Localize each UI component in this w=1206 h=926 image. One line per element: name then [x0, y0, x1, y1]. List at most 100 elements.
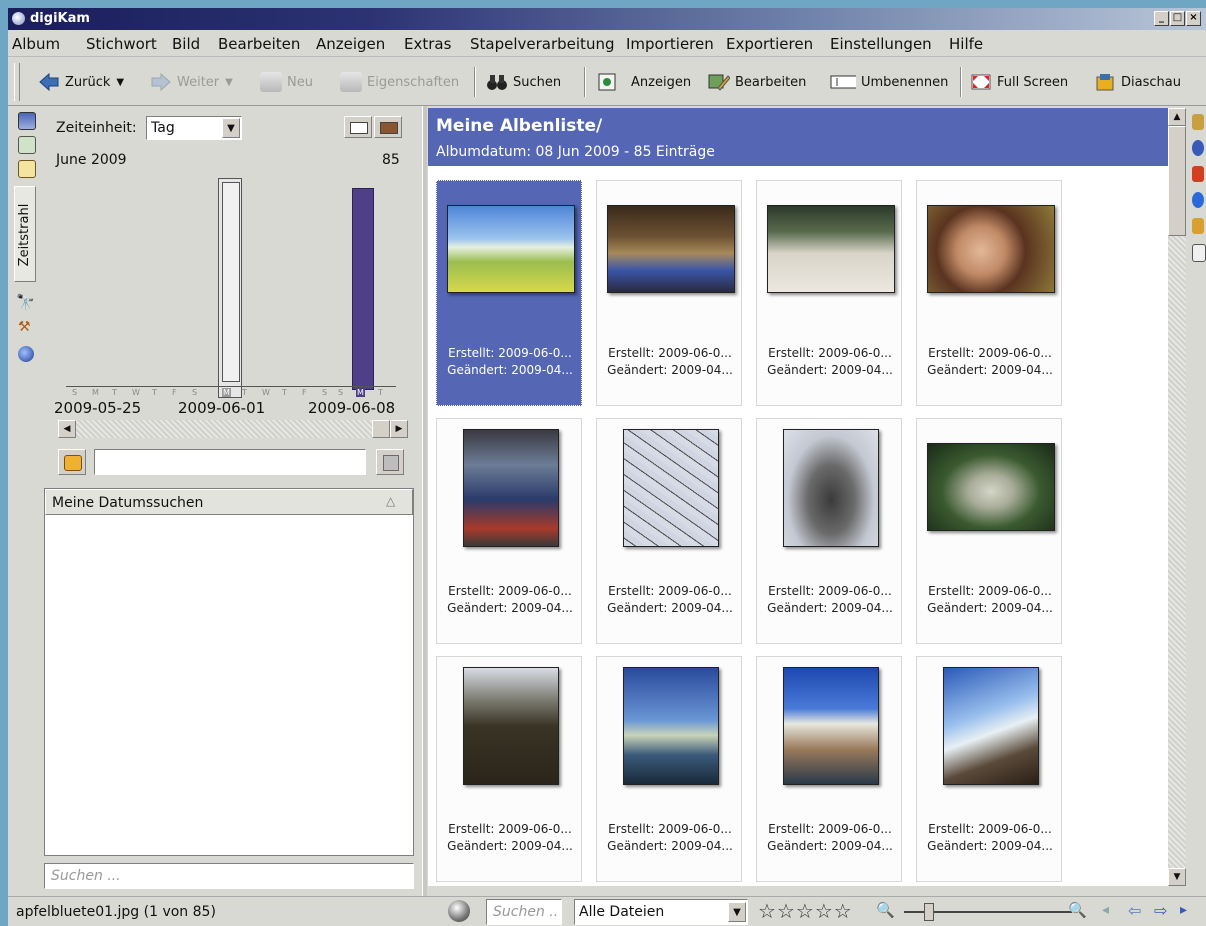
- tags-icon[interactable]: [18, 160, 36, 178]
- menu-einstellungen[interactable]: Einstellungen: [830, 35, 932, 53]
- thumbnail-grid: Erstellt: 2009-06-0... Geändert: 2009-04…: [428, 166, 1168, 886]
- metadata-tab-icon[interactable]: [1192, 140, 1204, 156]
- slideshow-button[interactable]: Diaschau: [1094, 69, 1181, 95]
- filter-status-icon[interactable]: [448, 900, 470, 922]
- maximize-button[interactable]: □: [1170, 11, 1185, 26]
- back-button[interactable]: Zurück ▼: [38, 69, 124, 95]
- day-tick: S: [338, 388, 344, 397]
- splitter[interactable]: [422, 106, 427, 896]
- modified-date-label: Geändert: 2009-04...: [767, 363, 893, 377]
- zoom-in-icon[interactable]: 🔍: [1068, 901, 1087, 919]
- menu-importieren[interactable]: Importieren: [626, 35, 714, 53]
- save-search-button[interactable]: [376, 449, 404, 475]
- forward-button[interactable]: Weiter ▼: [150, 69, 233, 95]
- thumbnail-item[interactable]: Erstellt: 2009-06-0... Geändert: 2009-04…: [756, 418, 902, 644]
- linear-scale-icon: [350, 122, 368, 134]
- scroll-right-icon[interactable]: ▶: [390, 420, 408, 438]
- menu-hilfe[interactable]: Hilfe: [949, 35, 983, 53]
- file-type-filter-select[interactable]: Alle Dateien ▼: [574, 899, 748, 925]
- thumbnail-item[interactable]: Erstellt: 2009-06-0... Geändert: 2009-04…: [596, 656, 742, 882]
- rename-label: Umbenennen: [861, 74, 949, 90]
- thumbnail-item[interactable]: Erstellt: 2009-06-0... Geändert: 2009-04…: [596, 180, 742, 406]
- calendar-icon[interactable]: [18, 136, 36, 154]
- thumbnail-item[interactable]: Erstellt: 2009-06-0... Geändert: 2009-04…: [436, 418, 582, 644]
- versions-tab-icon[interactable]: [1192, 244, 1206, 262]
- thumbnail-item[interactable]: Erstellt: 2009-06-0... Geändert: 2009-04…: [436, 180, 582, 406]
- menu-album[interactable]: Album: [12, 35, 60, 53]
- fullscreen-button[interactable]: Full Screen: [970, 69, 1068, 95]
- thumbnail-image: [607, 205, 735, 293]
- close-button[interactable]: ×: [1186, 11, 1201, 26]
- linear-scale-button[interactable]: [344, 116, 372, 138]
- back-dropdown-icon[interactable]: ▼: [116, 77, 124, 88]
- saved-searches-filter-input[interactable]: Suchen ...: [44, 863, 414, 889]
- star-icon[interactable]: ☆: [758, 899, 777, 923]
- thumbnail-item[interactable]: Erstellt: 2009-06-0... Geändert: 2009-04…: [596, 418, 742, 644]
- highlighted-week-bar[interactable]: [218, 178, 242, 398]
- colors-tab-icon[interactable]: [1192, 166, 1204, 182]
- menu-exportieren[interactable]: Exportieren: [726, 35, 813, 53]
- zoom-out-icon[interactable]: 🔍: [876, 901, 895, 919]
- scroll-thumb[interactable]: [372, 420, 390, 438]
- thumbnail-item[interactable]: Erstellt: 2009-06-0... Geändert: 2009-04…: [916, 656, 1062, 882]
- menu-stapelverarbeitung[interactable]: Stapelverarbeitung: [470, 35, 614, 53]
- time-unit-select[interactable]: Tag ▼: [146, 116, 242, 140]
- first-image-icon[interactable]: ◂: [1102, 902, 1109, 918]
- tab-zeitstrahl[interactable]: Zeitstrahl: [14, 186, 36, 282]
- star-icon[interactable]: ☆: [815, 899, 834, 923]
- title-bar[interactable]: digiKam _ □ ×: [8, 8, 1206, 30]
- day-tick: T: [242, 388, 247, 397]
- minimize-button[interactable]: _: [1154, 11, 1169, 26]
- toolbar-handle[interactable]: [14, 63, 20, 101]
- star-icon[interactable]: ☆: [777, 899, 796, 923]
- timeline-histogram[interactable]: S M T W T F S M T W T F S S M T: [46, 178, 412, 398]
- search-button[interactable]: Suchen: [486, 69, 561, 95]
- log-scale-button[interactable]: [374, 116, 402, 138]
- scroll-left-icon[interactable]: ◀: [58, 420, 76, 438]
- scroll-down-icon[interactable]: ▼: [1168, 868, 1186, 886]
- edit-button[interactable]: Bearbeiten: [708, 69, 806, 95]
- zoom-slider[interactable]: [904, 903, 1072, 921]
- properties-tab-icon[interactable]: [1192, 114, 1204, 130]
- thumbnail-scrollbar[interactable]: ▲ ▼: [1168, 108, 1186, 886]
- new-album-button[interactable]: Neu: [260, 69, 313, 95]
- properties-button[interactable]: Eigenschaften: [340, 69, 459, 95]
- chevron-down-icon[interactable]: ▼: [222, 118, 240, 138]
- view-button[interactable]: Anzeigen: [596, 69, 691, 95]
- rating-filter[interactable]: ☆☆☆☆☆: [758, 899, 853, 923]
- selected-day-bar[interactable]: [352, 188, 374, 390]
- search-binoculars-icon[interactable]: 🔭: [16, 293, 35, 311]
- saved-searches-list[interactable]: Meine Datumssuchen △: [44, 488, 414, 856]
- thumbnail-item[interactable]: Erstellt: 2009-06-0... Geändert: 2009-04…: [436, 656, 582, 882]
- scroll-up-icon[interactable]: ▲: [1168, 108, 1186, 126]
- zoom-slider-handle[interactable]: [924, 903, 934, 921]
- date-search-name-input[interactable]: [94, 449, 366, 475]
- next-image-icon[interactable]: ⇨: [1154, 901, 1167, 920]
- scroll-thumb[interactable]: [1168, 126, 1186, 236]
- thumbnail-item[interactable]: Erstellt: 2009-06-0... Geändert: 2009-04…: [916, 180, 1062, 406]
- geolocation-tab-icon[interactable]: [1192, 192, 1204, 208]
- globe-icon[interactable]: [18, 346, 34, 362]
- saved-searches-header[interactable]: Meine Datumssuchen △: [45, 489, 413, 515]
- star-icon[interactable]: ☆: [834, 899, 853, 923]
- rename-button[interactable]: Umbenennen: [826, 69, 948, 95]
- menu-stichwort[interactable]: Stichwort: [86, 35, 157, 53]
- comments-tab-icon[interactable]: [1192, 218, 1204, 234]
- status-search-input[interactable]: Suchen ..: [486, 899, 562, 925]
- star-icon[interactable]: ☆: [796, 899, 815, 923]
- forward-dropdown-icon[interactable]: ▼: [225, 77, 233, 88]
- thumbnail-item[interactable]: Erstellt: 2009-06-0... Geändert: 2009-04…: [756, 180, 902, 406]
- menu-bild[interactable]: Bild: [172, 35, 200, 53]
- menu-anzeigen[interactable]: Anzeigen: [316, 35, 385, 53]
- chevron-down-icon[interactable]: ▼: [728, 902, 746, 922]
- menu-extras[interactable]: Extras: [404, 35, 451, 53]
- reset-selection-button[interactable]: [58, 449, 86, 475]
- albums-icon[interactable]: [18, 112, 36, 130]
- thumbnail-item[interactable]: Erstellt: 2009-06-0... Geändert: 2009-04…: [916, 418, 1062, 644]
- thumbnail-item[interactable]: Erstellt: 2009-06-0... Geändert: 2009-04…: [756, 656, 902, 882]
- last-image-icon[interactable]: ▸: [1180, 902, 1187, 918]
- tools-icon[interactable]: ⚒: [18, 319, 31, 335]
- timeline-scrollbar[interactable]: ◀ ▶: [58, 420, 408, 438]
- previous-image-icon[interactable]: ⇦: [1128, 901, 1141, 920]
- menu-bearbeiten[interactable]: Bearbeiten: [218, 35, 300, 53]
